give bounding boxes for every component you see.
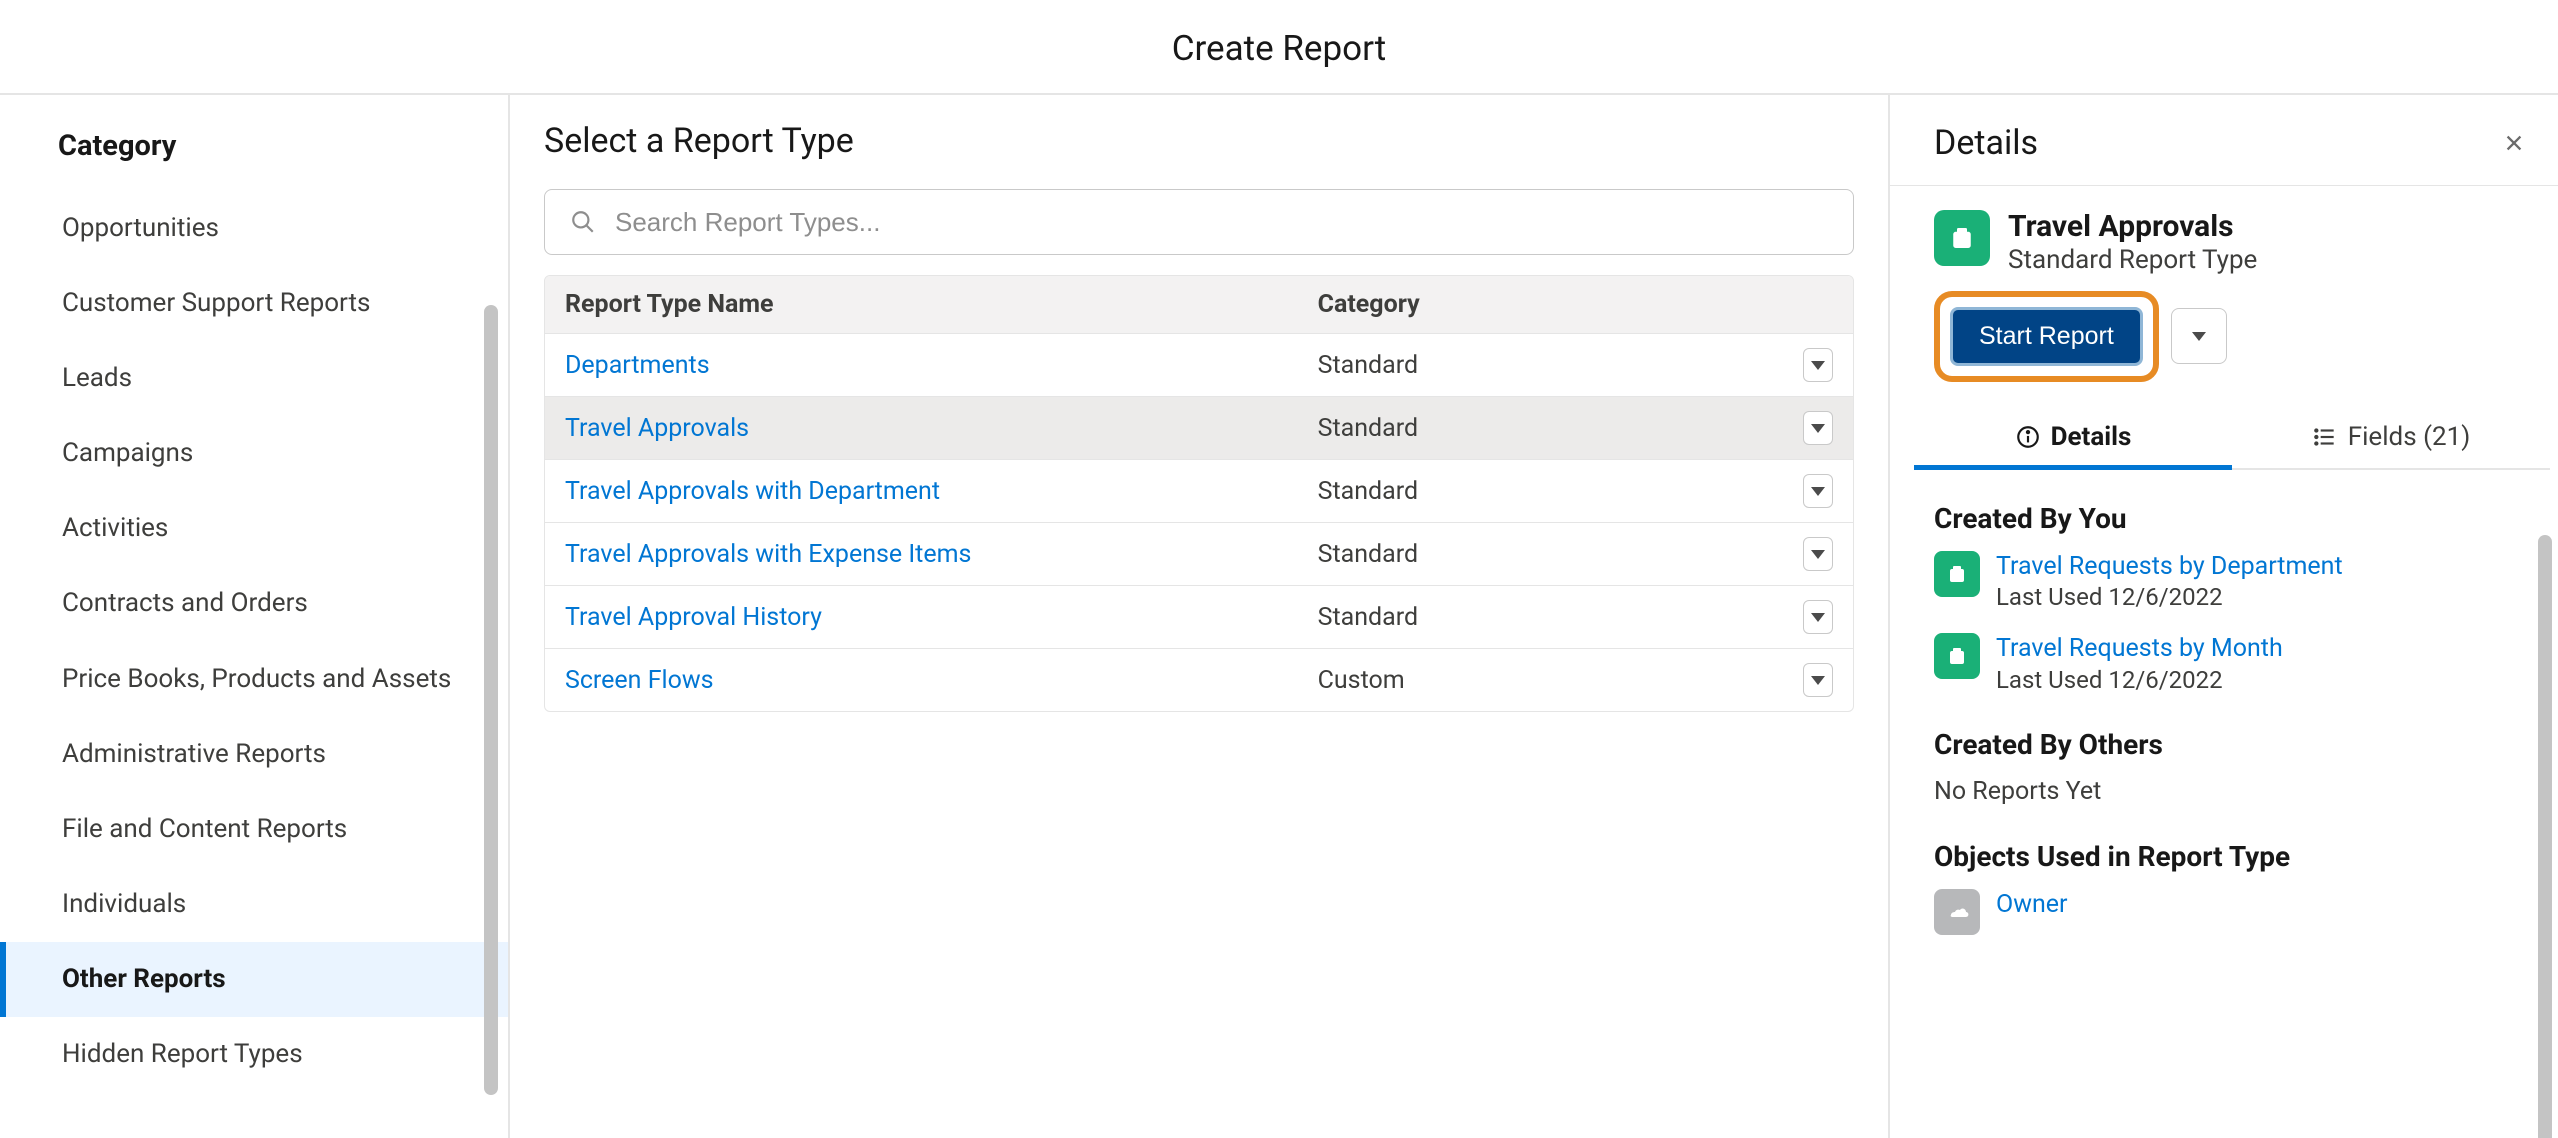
related-report-item: Travel Requests by MonthLast Used 12/6/2… bbox=[1934, 633, 2530, 694]
details-panel: Details Travel Approvals Standard Report… bbox=[1890, 95, 2558, 1138]
sidebar-item[interactable]: Leads bbox=[0, 341, 508, 416]
report-type-subtitle: Standard Report Type bbox=[2008, 245, 2257, 275]
related-report-link[interactable]: Travel Requests by Month bbox=[1996, 633, 2283, 666]
row-actions-cell bbox=[1783, 649, 1853, 711]
start-report-menu-button[interactable] bbox=[2171, 308, 2227, 364]
details-scrollbar[interactable] bbox=[2538, 535, 2552, 1138]
report-icon bbox=[1934, 551, 1980, 597]
row-menu-button[interactable] bbox=[1803, 411, 1833, 445]
chevron-down-icon bbox=[1811, 613, 1825, 622]
sidebar-item[interactable]: Opportunities bbox=[0, 191, 508, 266]
report-type-category: Standard bbox=[1298, 463, 1783, 520]
modal-title: Create Report bbox=[0, 28, 2558, 69]
table-row[interactable]: Travel Approval HistoryStandard bbox=[545, 586, 1853, 649]
sidebar-item[interactable]: File and Content Reports bbox=[0, 792, 508, 867]
report-type-panel: Select a Report Type Report Type Name Ca… bbox=[510, 95, 1890, 1138]
report-type-link[interactable]: Travel Approvals with Department bbox=[545, 463, 1298, 520]
sidebar-item[interactable]: Price Books, Products and Assets bbox=[0, 642, 508, 717]
row-menu-button[interactable] bbox=[1803, 600, 1833, 634]
chevron-down-icon bbox=[1811, 550, 1825, 559]
table-row[interactable]: Screen FlowsCustom bbox=[545, 649, 1853, 711]
created-by-others-heading: Created By Others bbox=[1934, 728, 2530, 761]
report-type-category: Custom bbox=[1298, 652, 1783, 709]
sidebar-item[interactable]: Contracts and Orders bbox=[0, 566, 508, 641]
object-link[interactable]: Owner bbox=[1996, 889, 2068, 922]
row-actions-cell bbox=[1783, 334, 1853, 396]
related-report-item: Travel Requests by DepartmentLast Used 1… bbox=[1934, 551, 2530, 612]
table-row[interactable]: Travel ApprovalsStandard bbox=[545, 397, 1853, 460]
report-type-icon bbox=[1934, 210, 1990, 266]
report-type-link[interactable]: Departments bbox=[545, 337, 1298, 394]
col-header-category[interactable]: Category bbox=[1298, 276, 1783, 333]
table-row[interactable]: Travel Approvals with DepartmentStandard bbox=[545, 460, 1853, 523]
report-type-link[interactable]: Screen Flows bbox=[545, 652, 1298, 709]
search-icon bbox=[570, 209, 596, 235]
chevron-down-icon bbox=[1811, 487, 1825, 496]
sidebar-item[interactable]: Campaigns bbox=[0, 416, 508, 491]
chevron-down-icon bbox=[2192, 332, 2206, 341]
related-report-last-used: Last Used 12/6/2022 bbox=[1996, 666, 2283, 694]
objects-used-heading: Objects Used in Report Type bbox=[1934, 840, 2530, 873]
sidebar-item[interactable]: Individuals bbox=[0, 867, 508, 942]
row-actions-cell bbox=[1783, 586, 1853, 648]
row-menu-button[interactable] bbox=[1803, 348, 1833, 382]
tab-fields-label: Fields (21) bbox=[2348, 422, 2471, 452]
tab-details[interactable]: Details bbox=[1914, 406, 2232, 468]
report-icon bbox=[1934, 633, 1980, 679]
report-type-link[interactable]: Travel Approvals bbox=[545, 400, 1298, 457]
start-report-highlight: Start Report bbox=[1934, 291, 2159, 382]
object-icon bbox=[1934, 889, 1980, 935]
related-report-last-used: Last Used 12/6/2022 bbox=[1996, 583, 2343, 611]
row-actions-cell bbox=[1783, 397, 1853, 459]
row-menu-button[interactable] bbox=[1803, 474, 1833, 508]
main-heading: Select a Report Type bbox=[544, 121, 1854, 161]
table-row[interactable]: Travel Approvals with Expense ItemsStand… bbox=[545, 523, 1853, 586]
info-icon bbox=[2015, 424, 2041, 450]
related-report-link[interactable]: Travel Requests by Department bbox=[1996, 551, 2343, 584]
report-type-category: Standard bbox=[1298, 337, 1783, 394]
category-sidebar: Category OpportunitiesCustomer Support R… bbox=[0, 95, 510, 1138]
row-menu-button[interactable] bbox=[1803, 537, 1833, 571]
table-row[interactable]: DepartmentsStandard bbox=[545, 334, 1853, 397]
sidebar-item[interactable]: Hidden Report Types bbox=[0, 1017, 508, 1092]
report-type-category: Standard bbox=[1298, 526, 1783, 583]
chevron-down-icon bbox=[1811, 361, 1825, 370]
chevron-down-icon bbox=[1811, 676, 1825, 685]
details-title: Details bbox=[1934, 123, 2038, 163]
report-type-table: Report Type Name Category DepartmentsSta… bbox=[544, 275, 1854, 712]
chevron-down-icon bbox=[1811, 424, 1825, 433]
report-type-link[interactable]: Travel Approvals with Expense Items bbox=[545, 526, 1298, 583]
col-header-actions bbox=[1783, 276, 1853, 333]
report-type-category: Standard bbox=[1298, 589, 1783, 646]
search-input[interactable] bbox=[544, 189, 1854, 255]
report-type-link[interactable]: Travel Approval History bbox=[545, 589, 1298, 646]
sidebar-item[interactable]: Customer Support Reports bbox=[0, 266, 508, 341]
sidebar-heading: Category bbox=[56, 129, 508, 163]
row-actions-cell bbox=[1783, 523, 1853, 585]
report-type-category: Standard bbox=[1298, 400, 1783, 457]
created-by-you-heading: Created By You bbox=[1934, 502, 2530, 535]
object-item: Owner bbox=[1934, 889, 2530, 935]
report-type-name: Travel Approvals bbox=[2008, 210, 2257, 245]
tab-details-label: Details bbox=[2051, 422, 2132, 452]
sidebar-item[interactable]: Activities bbox=[0, 491, 508, 566]
table-header: Report Type Name Category bbox=[545, 276, 1853, 334]
row-actions-cell bbox=[1783, 460, 1853, 522]
row-menu-button[interactable] bbox=[1803, 663, 1833, 697]
col-header-name[interactable]: Report Type Name bbox=[545, 276, 1298, 333]
created-by-others-empty: No Reports Yet bbox=[1934, 777, 2530, 806]
sidebar-item[interactable]: Other Reports bbox=[0, 942, 508, 1017]
list-icon bbox=[2312, 424, 2338, 450]
modal-header: Create Report bbox=[0, 0, 2558, 95]
sidebar-scrollbar[interactable] bbox=[484, 305, 498, 1095]
tab-fields[interactable]: Fields (21) bbox=[2232, 406, 2550, 468]
sidebar-item[interactable]: Administrative Reports bbox=[0, 717, 508, 792]
close-details-button[interactable] bbox=[2498, 127, 2530, 159]
start-report-button[interactable]: Start Report bbox=[1950, 307, 2143, 366]
